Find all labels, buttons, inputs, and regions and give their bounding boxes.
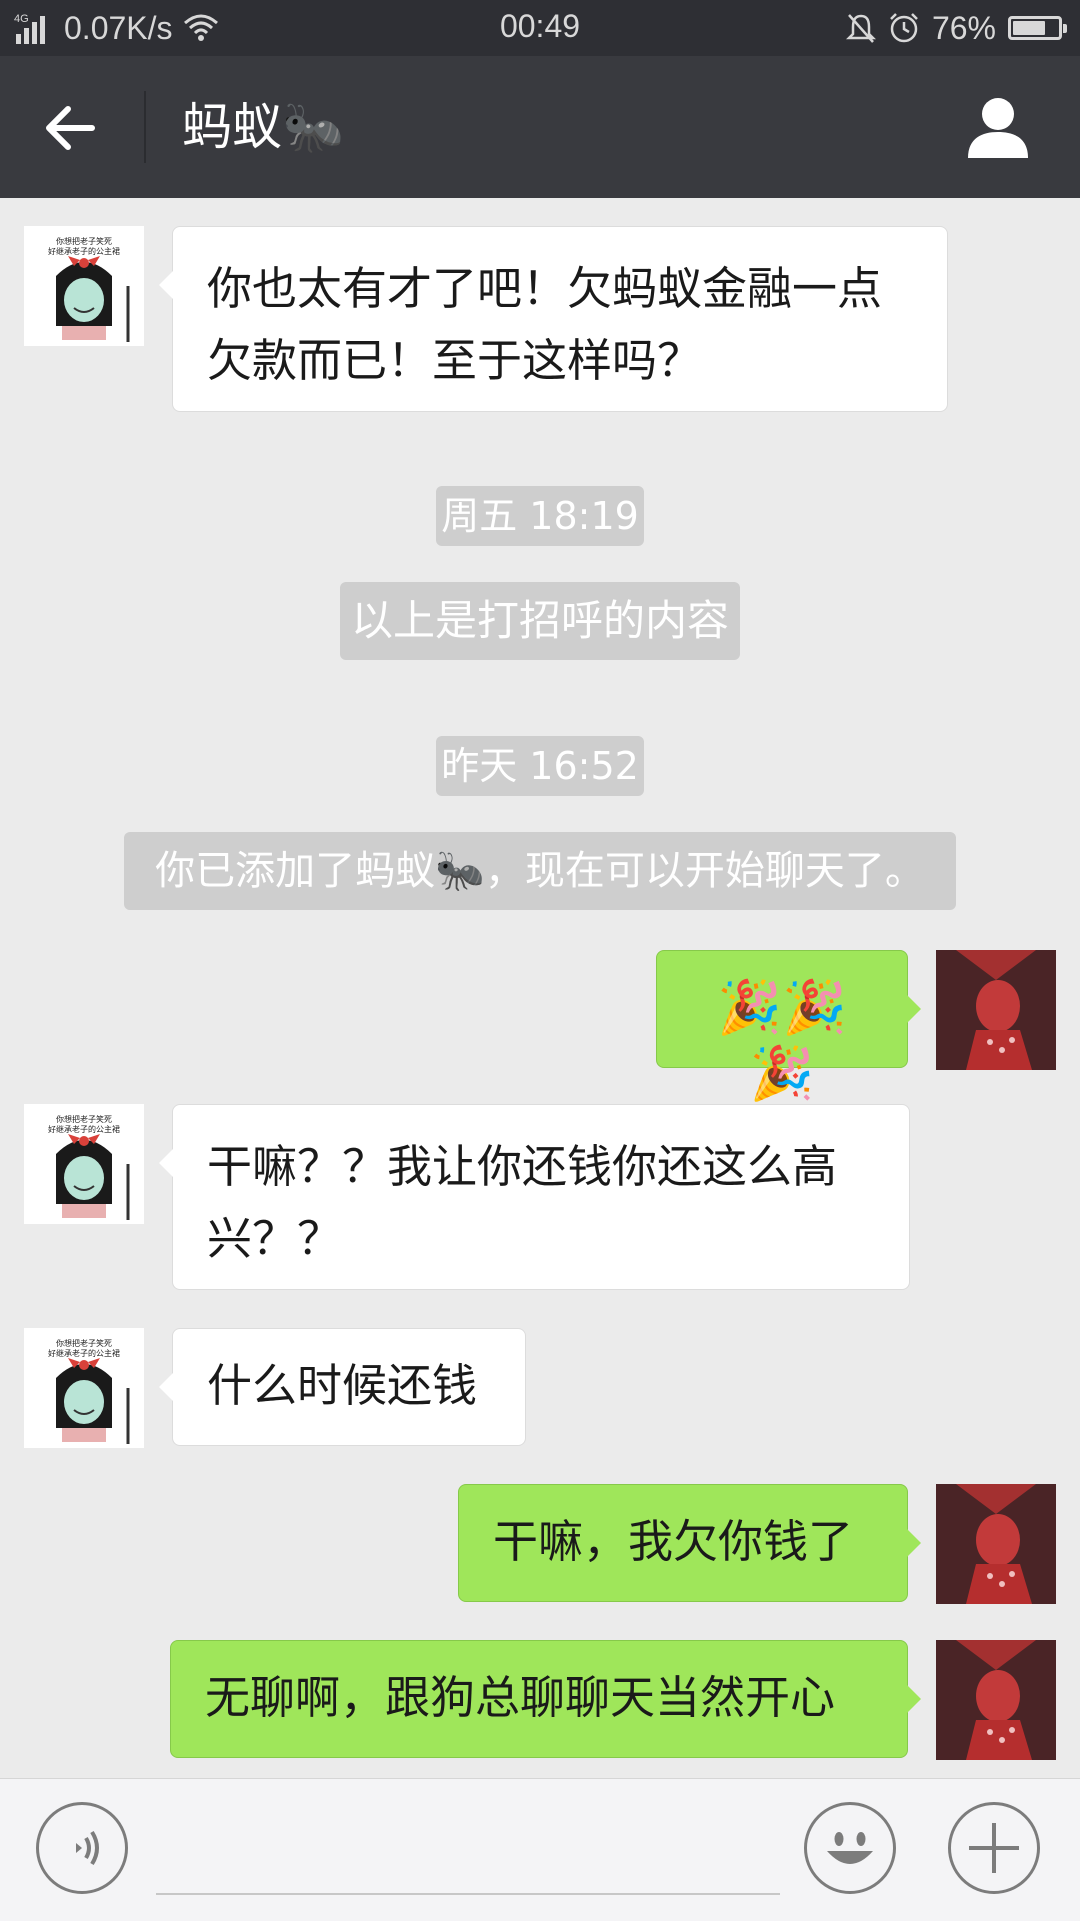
status-bar: 4G 0.07K/s 00:49 76% — [0, 0, 1080, 56]
avatar-caption-2: 好继承老子的公主裙 — [48, 1348, 120, 1358]
avatar-caption-1: 你想把老子笑死 — [56, 1114, 112, 1124]
message-text-line: 你也太有才了吧！欠蚂蚁金融一点 — [207, 262, 883, 315]
person-icon — [968, 98, 1028, 158]
user-avatar-image — [936, 1484, 1056, 1604]
message-list[interactable]: 你想把老子笑死 好继承老子的公主裙 你也太有才了吧！欠蚂蚁金融一点 欠款而已！至… — [0, 198, 1080, 1778]
input-bar — [0, 1778, 1080, 1921]
status-right: 76% — [845, 8, 1067, 48]
contact-avatar[interactable]: 你想把老子笑死 好继承老子的公主裙 — [24, 226, 144, 346]
timestamp: 昨天 16:52 — [436, 736, 644, 796]
emoji-icon — [827, 1832, 873, 1864]
message-text-line: 兴？？ — [207, 1212, 343, 1265]
my-avatar[interactable] — [936, 1484, 1056, 1604]
meme-avatar-image: 你想把老子笑死 好继承老子的公主裙 — [48, 1338, 130, 1444]
contact-avatar[interactable]: 你想把老子笑死 好继承老子的公主裙 — [24, 1328, 144, 1448]
my-avatar[interactable] — [936, 950, 1056, 1070]
user-avatar-image — [936, 950, 1056, 1070]
message-input[interactable] — [156, 1893, 780, 1895]
system-notice: 以上是打招呼的内容 — [340, 582, 740, 660]
message-bubble-incoming[interactable]: 什么时候还钱 — [159, 1328, 526, 1446]
message-bubble-outgoing[interactable]: 无聊啊，跟狗总聊聊天当然开心 — [170, 1640, 921, 1758]
chat-title: 蚂蚁🐜 — [182, 98, 345, 156]
my-avatar[interactable] — [936, 1640, 1056, 1760]
back-arrow-icon — [46, 106, 95, 150]
message-text-line: 欠款而已！至于这样吗？ — [207, 334, 703, 387]
avatar-caption-2: 好继承老子的公主裙 — [48, 1124, 120, 1134]
meme-avatar-image: 你想把老子笑死 好继承老子的公主裙 — [48, 1114, 130, 1220]
timestamp: 周五 18:19 — [436, 486, 644, 546]
plus-icon — [969, 1823, 1019, 1873]
voice-icon — [76, 1830, 99, 1866]
battery-icon — [1008, 16, 1067, 40]
message-text: 无聊啊，跟狗总聊聊天当然开心 — [205, 1671, 836, 1724]
contact-info-button[interactable] — [966, 94, 1030, 160]
user-avatar-image — [936, 1640, 1056, 1760]
chat-title-bar: 蚂蚁🐜 — [0, 56, 1080, 198]
system-notice: 你已添加了蚂蚁🐜，现在可以开始聊天了。 — [124, 832, 956, 910]
mute-bell-icon — [845, 14, 876, 43]
message-bubble-outgoing[interactable]: 🎉🎉🎉 — [656, 950, 921, 1104]
battery-percent: 76% — [931, 9, 996, 46]
emoji-button[interactable] — [804, 1802, 896, 1894]
back-button[interactable] — [40, 98, 110, 158]
message-text: 干嘛，我欠你钱了 — [493, 1515, 854, 1568]
message-text: 什么时候还钱 — [207, 1359, 478, 1412]
more-button[interactable] — [948, 1802, 1040, 1894]
battery-fill — [1013, 21, 1046, 35]
contact-avatar[interactable]: 你想把老子笑死 好继承老子的公主裙 — [24, 1104, 144, 1224]
alarm-icon — [890, 13, 918, 43]
message-emoji: 🎉🎉🎉 — [717, 978, 847, 1104]
avatar-caption-1: 你想把老子笑死 — [56, 1338, 112, 1348]
message-bubble-outgoing[interactable]: 干嘛，我欠你钱了 — [458, 1484, 921, 1602]
title-divider — [144, 91, 146, 163]
message-text-line: 干嘛？？我让你还钱你还这么高 — [207, 1140, 838, 1193]
avatar-caption-2: 好继承老子的公主裙 — [48, 246, 120, 256]
voice-button[interactable] — [36, 1802, 128, 1894]
message-bubble-incoming[interactable]: 你也太有才了吧！欠蚂蚁金融一点 欠款而已！至于这样吗？ — [159, 226, 948, 412]
message-bubble-incoming[interactable]: 干嘛？？我让你还钱你还这么高 兴？？ — [159, 1104, 910, 1290]
avatar-caption-1: 你想把老子笑死 — [56, 236, 112, 246]
meme-avatar-image: 你想把老子笑死 好继承老子的公主裙 — [48, 236, 130, 342]
